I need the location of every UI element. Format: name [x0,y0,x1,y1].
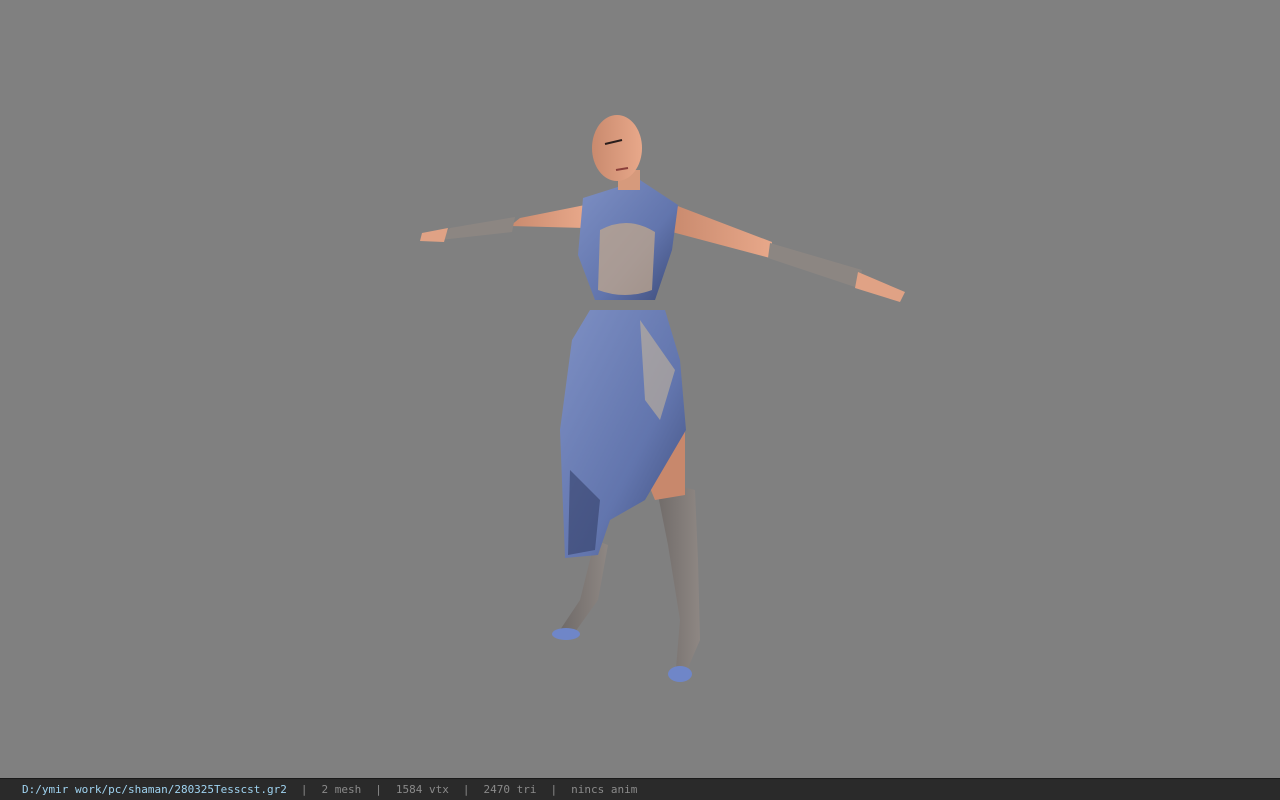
animation-status-label: nincs anim [571,783,638,796]
character-model [420,115,905,682]
separator: | [550,783,558,796]
left-arm [420,205,585,242]
separator: | [300,783,308,796]
status-bar: D:/ymir work/pc/shaman/280325Tesscst.gr2… [0,778,1280,800]
3d-viewport[interactable] [0,0,1280,778]
vertex-count-label: 1584 vtx [395,783,449,796]
file-path-label: D:/ymir work/pc/shaman/280325Tesscst.gr2 [22,783,287,796]
separator: | [375,783,382,796]
right-arm [672,205,905,302]
mesh-count-label: 2 mesh [321,783,362,796]
head [592,115,642,190]
separator: | [462,783,470,796]
triangle-count-label: 2470 tri [483,783,537,796]
